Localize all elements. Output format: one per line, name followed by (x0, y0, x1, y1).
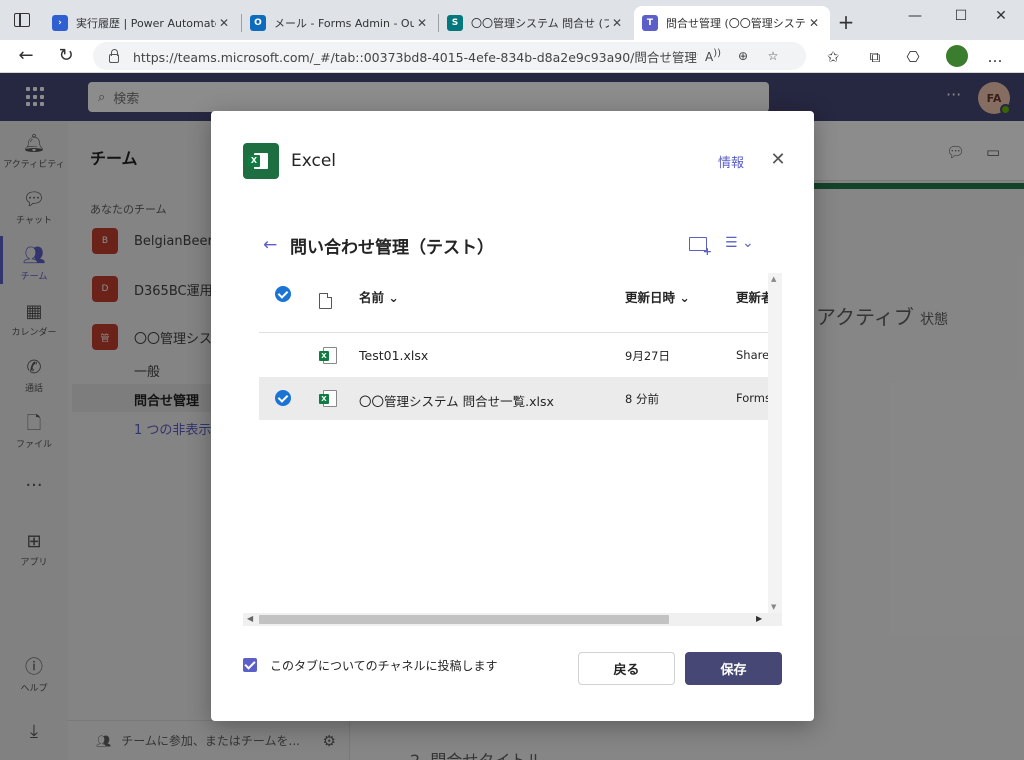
row-selected-checkbox[interactable] (275, 390, 291, 406)
table-row[interactable]: X Test01.xlsx 9月27日 SharePoint (259, 334, 768, 377)
file-modified: 8 分前 (625, 392, 659, 406)
scroll-left-icon[interactable]: ◀ (247, 614, 253, 623)
browser-tab-title: 問合せ管理 (〇〇管理システム (666, 17, 806, 30)
column-header-name[interactable]: 名前 ⌄ (359, 287, 399, 306)
chevron-down-icon: ⌄ (679, 290, 690, 305)
close-tab-icon[interactable]: ✕ (806, 16, 822, 30)
browser-tab-sharepoint[interactable]: S 〇〇管理システム 問合せ (プレ ✕ (439, 6, 633, 40)
outlook-icon: O (250, 15, 266, 31)
teams-icon: T (642, 15, 658, 31)
folder-title: 問い合わせ管理（テスト） (290, 238, 494, 258)
close-window-icon[interactable]: ✕ (986, 8, 1016, 24)
address-bar[interactable]: https://teams.microsoft.com/_#/tab::0037… (93, 42, 806, 70)
file-type-header-icon (319, 293, 332, 309)
lock-icon[interactable] (109, 48, 119, 63)
file-modified: 9月27日 (625, 349, 670, 363)
url-text[interactable]: https://teams.microsoft.com/_#/tab::0037… (133, 47, 698, 66)
excel-tab-dialog: Excel 情報 ✕ ← 問い合わせ管理（テスト） ☰ ⌄ 名前 ⌄ 更新日時 … (211, 111, 814, 721)
file-modified-by: Forms Admin (736, 391, 768, 405)
settings-more-icon[interactable]: … (984, 48, 1006, 66)
select-all-checkbox[interactable] (275, 286, 291, 302)
browser-tab-power-automate[interactable]: › 実行履歴 | Power Automate ✕ (44, 6, 240, 40)
tab-actions-icon[interactable] (14, 13, 30, 27)
horizontal-scrollbar[interactable]: ◀ ▶ (243, 613, 782, 626)
back-arrow-icon[interactable]: ← (263, 235, 277, 255)
sort-options-icon[interactable]: ☰ ⌄ (725, 235, 754, 251)
profile-icon[interactable] (946, 45, 968, 67)
file-modified-by: SharePoint (736, 348, 768, 362)
column-header-label: 名前 (359, 290, 385, 305)
column-header-label: 更新日時 (625, 290, 676, 305)
maximize-icon[interactable]: ☐ (946, 8, 976, 24)
info-link[interactable]: 情報 (718, 152, 744, 171)
file-name: 〇〇管理システム 問合せ一覧.xlsx (359, 394, 554, 409)
dialog-title: Excel (291, 151, 337, 171)
read-aloud-icon[interactable]: A)) (698, 48, 728, 64)
post-to-channel-checkbox[interactable] (243, 658, 257, 672)
vertical-scrollbar[interactable]: ▲ ▼ (768, 273, 782, 613)
close-tab-icon[interactable]: ✕ (609, 16, 625, 30)
collections-icon[interactable]: ⧉ (864, 48, 886, 66)
scroll-thumb[interactable] (259, 615, 669, 624)
file-list: 名前 ⌄ 更新日時 ⌄ 更新者 X Test01.xlsx 9月27日 Shar… (243, 273, 782, 626)
browser-tab-title: 〇〇管理システム 問合せ (プレ (471, 17, 609, 30)
favorite-star-icon[interactable]: ☆ (758, 49, 788, 63)
scroll-down-icon[interactable]: ▼ (771, 603, 776, 611)
chevron-down-icon: ⌄ (388, 290, 399, 305)
browser-tab-teams[interactable]: T 問合せ管理 (〇〇管理システム ✕ (634, 6, 830, 40)
favorites-icon[interactable]: ✩ (822, 48, 844, 66)
table-row-selected[interactable]: X 〇〇管理システム 問合せ一覧.xlsx 8 分前 Forms Admin (259, 377, 768, 420)
sharepoint-list-icon: S (447, 15, 463, 31)
power-automate-icon: › (52, 15, 68, 31)
browser-tab-title: メール - Forms Admin - Outlo (274, 17, 414, 30)
new-tab-button[interactable]: + (836, 10, 856, 34)
back-button[interactable]: 戻る (578, 652, 675, 685)
file-name: Test01.xlsx (359, 348, 429, 363)
save-button[interactable]: 保存 (685, 652, 782, 685)
extensions-icon[interactable]: ⎔ (902, 48, 924, 66)
browser-tab-bar: › 実行履歴 | Power Automate ✕ O メール - Forms … (0, 0, 1024, 40)
address-bar-row: ← ↻ https://teams.microsoft.com/_#/tab::… (0, 40, 1024, 73)
column-header-modified-by[interactable]: 更新者 (736, 287, 768, 306)
close-tab-icon[interactable]: ✕ (216, 16, 232, 30)
browser-tab-outlook[interactable]: O メール - Forms Admin - Outlo ✕ (242, 6, 438, 40)
scroll-right-icon[interactable]: ▶ (756, 614, 762, 623)
file-list-header: 名前 ⌄ 更新日時 ⌄ 更新者 (259, 273, 768, 333)
zoom-icon[interactable]: ⊕ (728, 49, 758, 63)
minimize-icon[interactable]: — (900, 8, 930, 24)
scroll-up-icon[interactable]: ▲ (771, 275, 776, 283)
excel-file-icon: X (319, 390, 337, 407)
refresh-icon[interactable]: ↻ (54, 45, 78, 66)
browser-tab-title: 実行履歴 | Power Automate (76, 17, 216, 30)
new-folder-icon[interactable] (689, 237, 712, 258)
excel-file-icon: X (319, 347, 337, 364)
post-to-channel-label[interactable]: このタブについてのチャネルに投稿します (270, 657, 498, 674)
excel-icon (243, 143, 279, 179)
close-tab-icon[interactable]: ✕ (414, 16, 430, 30)
column-header-modified[interactable]: 更新日時 ⌄ (625, 287, 690, 306)
close-icon[interactable]: ✕ (769, 149, 787, 170)
file-list-viewport: 名前 ⌄ 更新日時 ⌄ 更新者 X Test01.xlsx 9月27日 Shar… (259, 273, 768, 615)
back-arrow-icon[interactable]: ← (14, 45, 38, 66)
